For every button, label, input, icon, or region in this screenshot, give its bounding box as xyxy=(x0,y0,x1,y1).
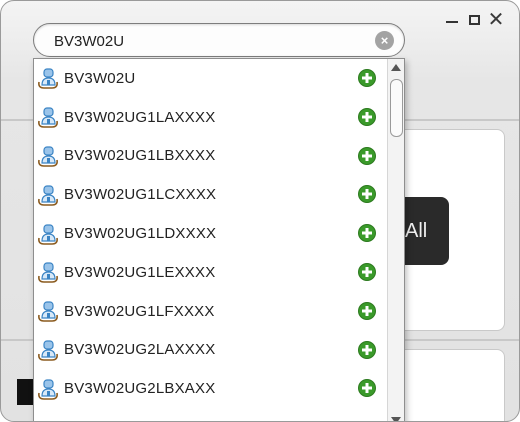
add-icon[interactable] xyxy=(358,379,376,398)
user-group-icon xyxy=(36,66,60,90)
user-group-icon xyxy=(36,377,60,401)
user-group-icon xyxy=(36,260,60,284)
add-icon[interactable] xyxy=(358,301,376,320)
list-item[interactable]: BV3W02UG2LBXAXX xyxy=(34,369,386,408)
scroll-up-icon[interactable] xyxy=(391,64,401,71)
list-item[interactable]: BV3W02UG1LCXXXX xyxy=(34,175,386,214)
list-item-label: BV3W02UG1LAXXXX xyxy=(64,108,216,126)
user-group-icon xyxy=(36,222,60,246)
add-icon[interactable] xyxy=(358,224,376,243)
maximize-button[interactable] xyxy=(465,9,483,31)
list-item-label: BV3W02UG1LCXXXX xyxy=(64,186,217,204)
list-item[interactable]: BV3W02UG1LEXXXX xyxy=(34,253,386,292)
list-item[interactable]: BV3W02U xyxy=(34,59,386,98)
list-item-label: BV3W02UG1LBXXXX xyxy=(64,147,216,165)
minimize-icon xyxy=(446,21,458,23)
list-item-label: BV3W02U xyxy=(64,69,136,87)
list-item-label: BV3W02UG1LDXXXX xyxy=(64,225,217,243)
scroll-down-icon[interactable] xyxy=(391,417,401,421)
scroll-thumb[interactable] xyxy=(390,79,403,137)
list-item-label: BV3W02UG1LEXXXX xyxy=(64,263,216,281)
app-window: All ✕ × BV3W02U BV3W02UG1LAXXXX BV3W02UG1L… xyxy=(0,0,520,422)
results-list: BV3W02U BV3W02UG1LAXXXX BV3W02UG1LBXXXX BV3… xyxy=(34,59,386,408)
list-item-label: BV3W02UG2LAXXXX xyxy=(64,341,216,359)
search-field[interactable]: × xyxy=(33,23,405,57)
close-icon: ✕ xyxy=(487,9,505,31)
user-group-icon xyxy=(36,144,60,168)
user-group-icon xyxy=(36,183,60,207)
list-item[interactable]: BV3W02UG1LBXXXX xyxy=(34,137,386,176)
list-item-label: BV3W02UG2LBXAXX xyxy=(64,380,216,398)
close-button[interactable]: ✕ xyxy=(487,9,505,31)
add-icon[interactable] xyxy=(358,146,376,165)
list-item[interactable]: BV3W02UG1LFXXXX xyxy=(34,292,386,331)
add-icon[interactable] xyxy=(358,107,376,126)
minimize-button[interactable] xyxy=(443,9,461,31)
all-button-label: All xyxy=(405,219,428,242)
scrollbar[interactable] xyxy=(387,59,404,421)
add-icon[interactable] xyxy=(358,185,376,204)
list-item[interactable]: BV3W02UG1LDXXXX xyxy=(34,214,386,253)
search-input[interactable] xyxy=(52,30,376,52)
list-item-label: BV3W02UG1LFXXXX xyxy=(64,302,215,320)
user-group-icon xyxy=(36,299,60,323)
maximize-icon xyxy=(468,15,480,25)
list-item[interactable]: BV3W02UG1LAXXXX xyxy=(34,98,386,137)
clear-search-icon[interactable]: × xyxy=(375,31,394,50)
add-icon[interactable] xyxy=(358,340,376,359)
user-group-icon xyxy=(36,105,60,129)
search-results-dropdown: BV3W02U BV3W02UG1LAXXXX BV3W02UG1LBXXXX BV3… xyxy=(33,58,405,421)
user-group-icon xyxy=(36,338,60,362)
add-icon[interactable] xyxy=(358,262,376,281)
add-icon[interactable] xyxy=(358,69,376,87)
window-controls: ✕ xyxy=(443,9,505,31)
list-item[interactable]: BV3W02UG2LAXXXX xyxy=(34,331,386,370)
